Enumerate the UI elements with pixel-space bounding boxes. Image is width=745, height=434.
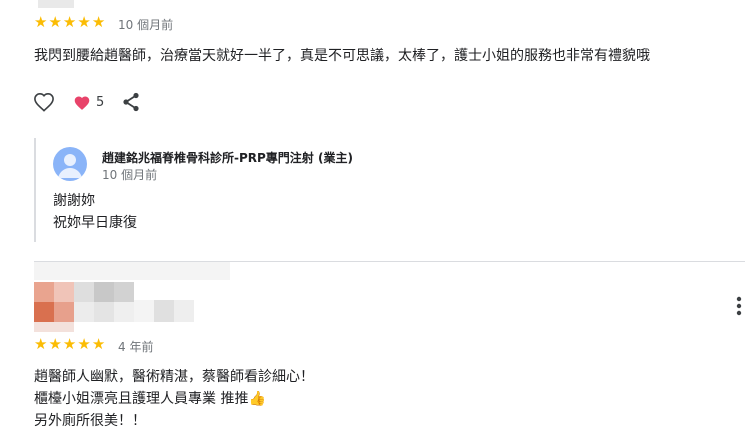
like-button[interactable] (32, 90, 56, 114)
owner-reply-line: 祝妳早日康復 (53, 215, 137, 231)
review-text: 我閃到腰給趙醫師，治療當天就好一半了，真是不可思議，太棒了，護士小姐的服務也非常… (34, 48, 650, 64)
reviewer-avatar-blurred (34, 282, 134, 332)
reviewer-name-blurred (34, 262, 230, 280)
review-rating: ★ ★ ★ ★ ★ (34, 337, 105, 352)
review-time: 4 年前 (118, 340, 154, 354)
like-count: 5 (96, 95, 105, 110)
share-icon (123, 92, 139, 112)
star-icon: ★ (77, 335, 91, 353)
reply-indent-line (34, 138, 36, 242)
star-icon: ★ (48, 335, 62, 353)
more-options-button[interactable] (733, 294, 745, 318)
heart-outline-icon (34, 92, 54, 112)
star-icon: ★ (77, 13, 91, 31)
star-icon: ★ (91, 335, 106, 353)
reviewer-avatar-blurred (38, 0, 74, 8)
owner-avatar[interactable] (53, 147, 87, 181)
star-icon: ★ (62, 13, 77, 31)
owner-reply-line: 謝謝妳 (53, 193, 95, 209)
reaction-heart-icon (73, 95, 91, 115)
reviewer-meta-blurred (134, 300, 194, 322)
review-text-line: 另外廁所很美！！ (34, 413, 146, 429)
star-icon: ★ (62, 335, 77, 353)
star-icon: ★ (91, 13, 106, 31)
review-time: 10 個月前 (118, 18, 174, 32)
star-icon: ★ (48, 13, 62, 31)
review-text-line: 櫃檯小姐漂亮且護理人員專業 推推👍 (34, 391, 266, 407)
share-button[interactable] (120, 91, 142, 113)
owner-reply-time: 10 個月前 (102, 168, 158, 182)
owner-name[interactable]: 趙建銘兆福脊椎骨科診所-PRP專門注射 (業主) (102, 149, 353, 166)
star-icon: ★ (34, 13, 48, 31)
more-vert-icon (736, 296, 742, 316)
review-text-line: 趙醫師人幽默，醫術精湛，蔡醫師看診細心！ (34, 369, 314, 385)
review-rating: ★ ★ ★ ★ ★ (34, 15, 105, 30)
user-avatar-icon (58, 154, 82, 178)
star-icon: ★ (34, 335, 48, 353)
